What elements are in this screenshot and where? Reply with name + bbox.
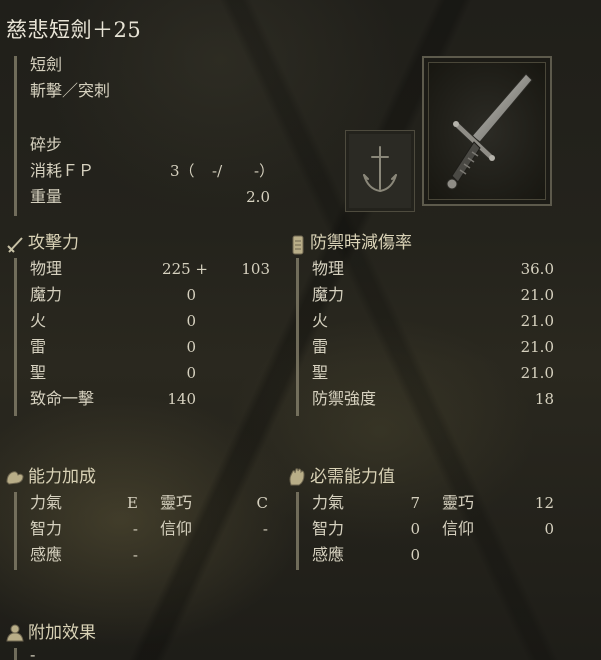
guard-label-physical: 物理	[312, 259, 345, 278]
fp-label: 消耗ＦＰ	[30, 161, 95, 180]
scaling-label-fai: 信仰	[160, 519, 193, 538]
fp-value-main: 3（	[170, 162, 195, 180]
weight-label: 重量	[30, 187, 63, 206]
attack-label-physical: 物理	[30, 259, 63, 278]
req-value-arc: 0	[410, 546, 420, 564]
sword-icon	[7, 237, 23, 253]
requirements-header: 必需能力值	[310, 467, 395, 487]
attack-label-critical: 致命一擊	[30, 389, 95, 408]
req-label-str: 力氣	[312, 493, 345, 512]
shield-icon	[292, 235, 304, 255]
req-value-fai: 0	[544, 520, 554, 538]
guard-label-magic: 魔力	[312, 285, 345, 304]
attack-label-holy: 聖	[30, 363, 47, 382]
scaling-label-int: 智力	[30, 519, 63, 538]
dagger-icon	[446, 73, 533, 190]
weapon-name: 慈悲短劍＋25	[6, 18, 142, 42]
attack-value-critical: 140	[167, 390, 196, 408]
attack-value-physical: 225 +	[162, 260, 208, 278]
hand-icon	[289, 468, 305, 486]
attack-value-magic: 0	[186, 286, 196, 304]
attack-accent-bar	[14, 258, 17, 416]
attack-value-fire: 0	[186, 312, 196, 330]
bust-icon	[6, 624, 24, 642]
guard-label-fire: 火	[312, 311, 329, 330]
scaling-accent-bar	[14, 492, 17, 570]
effects-header: 附加效果	[28, 623, 96, 643]
weapon-type: 短劍	[30, 55, 63, 74]
requirements-accent-bar	[296, 492, 299, 570]
scaling-value-fai: -	[262, 520, 268, 538]
guard-value-holy: 21.0	[520, 364, 554, 382]
anchor-icon	[363, 146, 397, 193]
guard-value-physical: 36.0	[520, 260, 554, 278]
guard-label-boost: 防禦強度	[312, 389, 377, 408]
scaling-value-int: -	[132, 520, 138, 538]
scaling-header: 能力加成	[28, 467, 96, 487]
attack-label-fire: 火	[30, 311, 47, 330]
attack-label-lightning: 雷	[30, 337, 47, 356]
weapon-image-frame	[422, 56, 552, 206]
scaling-label-str: 力氣	[30, 493, 63, 512]
req-label-int: 智力	[312, 519, 345, 538]
req-label-dex: 靈巧	[442, 493, 475, 512]
guard-accent-bar	[296, 258, 299, 416]
guard-value-boost: 18	[534, 390, 554, 408]
scaling-value-str: E	[127, 494, 138, 512]
damage-type: 斬擊／突刺	[30, 81, 111, 100]
effects-accent-bar	[14, 648, 17, 660]
guard-header: 防禦時減傷率	[310, 233, 412, 253]
attack-header: 攻擊力	[28, 233, 79, 253]
req-label-arc: 感應	[312, 545, 345, 564]
fp-value-end: -）	[254, 162, 275, 180]
scaling-label-dex: 靈巧	[160, 493, 193, 512]
arm-icon	[6, 471, 24, 485]
scaling-value-dex: C	[256, 494, 268, 512]
info-accent-bar	[14, 56, 17, 216]
fp-value-mid: -/	[212, 162, 223, 180]
scaling-value-arc: -	[132, 546, 138, 564]
guard-value-fire: 21.0	[520, 312, 554, 330]
ash-of-war-slot[interactable]	[345, 130, 415, 212]
guard-label-lightning: 雷	[312, 337, 329, 356]
effects-value: -	[30, 645, 36, 660]
weight-value: 2.0	[246, 188, 270, 206]
scaling-label-arc: 感應	[30, 545, 63, 564]
req-value-int: 0	[410, 520, 420, 538]
guard-label-holy: 聖	[312, 363, 329, 382]
attack-value-lightning: 0	[186, 338, 196, 356]
req-value-dex: 12	[534, 494, 554, 512]
attack-bonus-physical: 103	[241, 260, 270, 278]
guard-value-lightning: 21.0	[520, 338, 554, 356]
req-value-str: 7	[410, 494, 420, 512]
skill-name: 碎步	[30, 135, 63, 154]
guard-value-magic: 21.0	[520, 286, 554, 304]
attack-label-magic: 魔力	[30, 285, 63, 304]
req-label-fai: 信仰	[442, 519, 475, 538]
attack-value-holy: 0	[186, 364, 196, 382]
